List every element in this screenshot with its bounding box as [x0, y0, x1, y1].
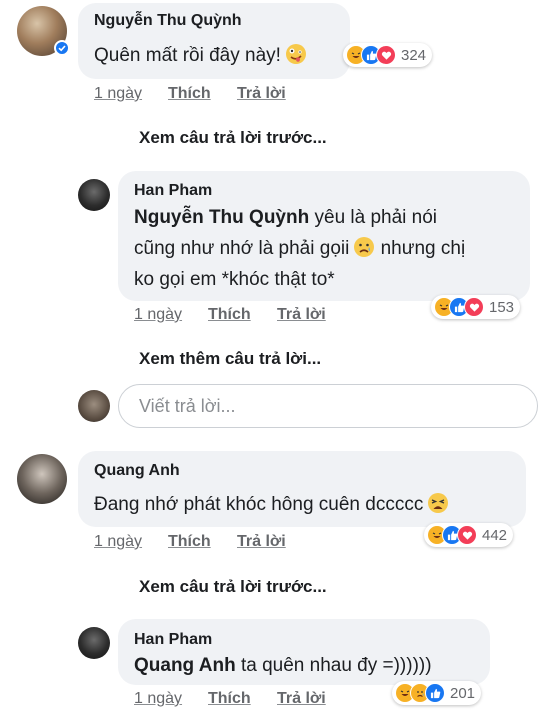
comment-timestamp[interactable]: 1 ngày [94, 533, 142, 551]
love-icon [376, 45, 396, 65]
reaction-summary[interactable]: 153 [431, 295, 521, 319]
reply-actions: 1 ngày Thích Trả lời [134, 306, 434, 326]
avatar[interactable] [17, 454, 67, 504]
avatar[interactable] [78, 179, 110, 211]
reaction-count: 442 [482, 526, 508, 544]
reaction-summary[interactable]: 442 [424, 523, 514, 547]
reaction-count: 324 [401, 46, 427, 64]
sad-face-emoji-icon [354, 237, 375, 257]
comment-author[interactable]: Quang Anh [94, 462, 180, 480]
love-icon [457, 525, 477, 545]
reply-button[interactable]: Trả lời [237, 85, 286, 103]
reply-input-container[interactable] [118, 384, 538, 428]
like-button[interactable]: Thích [168, 533, 211, 551]
like-button[interactable]: Thích [208, 690, 251, 708]
comment-actions: 1 ngày Thích Trả lời [94, 533, 394, 553]
like-button[interactable]: Thích [168, 85, 211, 103]
weary-face-emoji-icon [428, 493, 449, 513]
avatar[interactable] [78, 627, 110, 659]
reply-actions: 1 ngày Thích Trả lời [134, 690, 434, 710]
reply-button[interactable]: Trả lời [277, 690, 326, 708]
view-more-replies-link[interactable]: Xem thêm câu trả lời... [139, 349, 321, 369]
comment-text: Đang nhớ phát khóc hông cuên dccccc [94, 489, 449, 520]
mention-link[interactable]: Nguyễn Thu Quỳnh [134, 207, 309, 228]
verified-badge-icon [54, 40, 70, 56]
reply-timestamp[interactable]: 1 ngày [134, 306, 182, 324]
reply-input[interactable] [137, 395, 521, 418]
reply-button[interactable]: Trả lời [237, 533, 286, 551]
reply-author[interactable]: Han Pham [134, 182, 212, 200]
comment-author[interactable]: Nguyễn Thu Quỳnh [94, 12, 242, 30]
like-button[interactable]: Thích [208, 306, 251, 324]
reply-button[interactable]: Trả lời [277, 306, 326, 324]
reply-author[interactable]: Han Pham [134, 631, 212, 649]
reply-timestamp[interactable]: 1 ngày [134, 690, 182, 708]
comment-actions: 1 ngày Thích Trả lời [94, 85, 394, 105]
comment-timestamp[interactable]: 1 ngày [94, 85, 142, 103]
view-previous-replies-link[interactable]: Xem câu trả lời trước... [139, 128, 327, 148]
view-previous-replies-link[interactable]: Xem câu trả lời trước... [139, 577, 327, 597]
love-icon [464, 297, 484, 317]
zany-face-emoji-icon [285, 44, 306, 64]
comment-text: Quên mất rồi đây này! [94, 40, 307, 71]
reaction-summary[interactable]: 324 [343, 43, 433, 67]
mention-link[interactable]: Quang Anh [134, 655, 236, 676]
reaction-count: 153 [489, 298, 515, 316]
reply-text: Nguyễn Thu Quỳnh yêu là phải nói cũng nh… [134, 207, 466, 290]
reply-text: Quang Anh ta quên nhau đy =)))))) [134, 655, 432, 676]
current-user-avatar [78, 390, 110, 422]
reaction-count: 201 [450, 684, 476, 702]
